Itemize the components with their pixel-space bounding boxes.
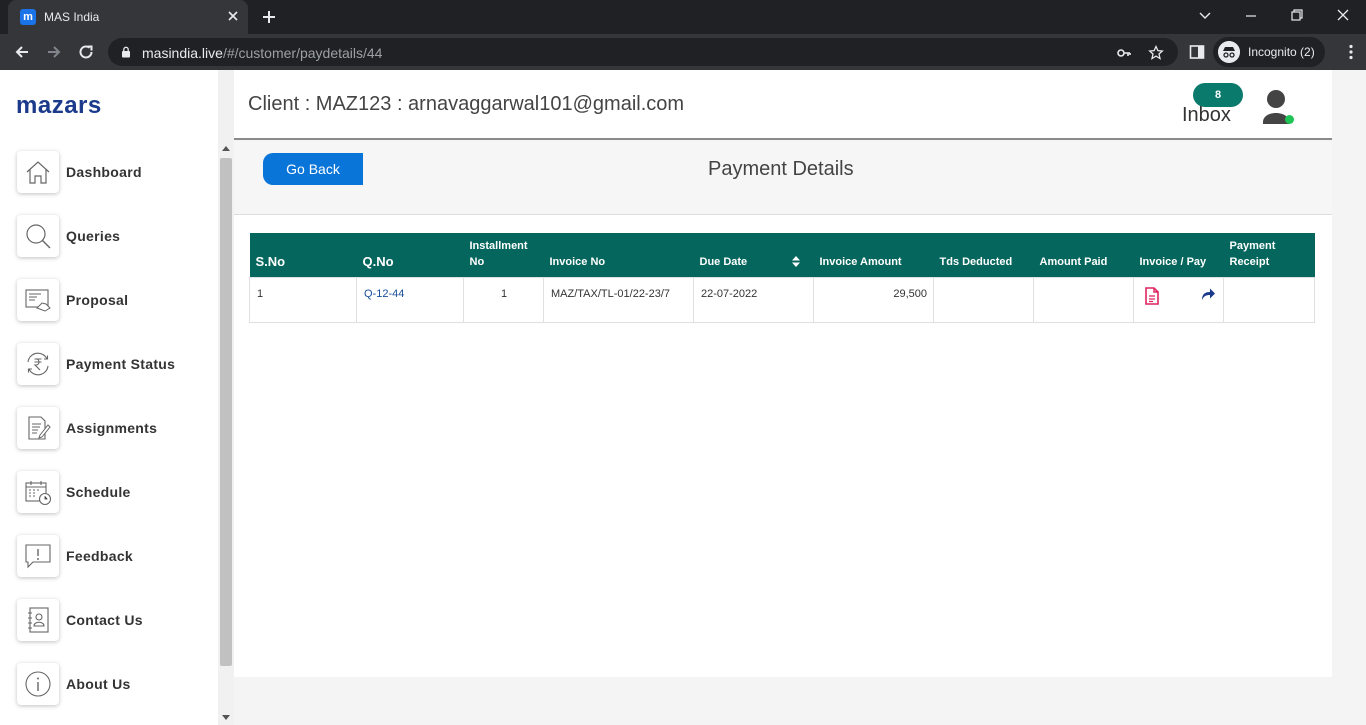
- scroll-up-arrow-icon[interactable]: [222, 146, 230, 151]
- cell-payment-receipt: [1223, 276, 1315, 323]
- incognito-icon: [1218, 41, 1240, 63]
- url-domain: masindia.live: [142, 45, 223, 61]
- col-header-qno: Q.No: [356, 233, 464, 277]
- sidebar-item-queries[interactable]: Queries: [0, 212, 218, 276]
- lock-icon: [122, 46, 130, 58]
- top-header: Client : MAZ123 : arnavaggarwal101@gmail…: [234, 70, 1332, 140]
- sidebar-item-label: Assignments: [66, 420, 158, 436]
- rupee-refresh-icon: [17, 343, 59, 385]
- installment-header-line2: No: [469, 255, 485, 268]
- sidebar-item-label: Queries: [66, 228, 121, 244]
- address-bar[interactable]: masindia.live/#/customer/paydetails/44: [108, 38, 1178, 66]
- search-icon: [17, 215, 59, 257]
- incognito-indicator[interactable]: Incognito (2): [1213, 37, 1325, 67]
- page-title: Payment Details: [708, 158, 854, 180]
- col-header-tds-deducted: Tds Deducted: [933, 233, 1034, 277]
- proposal-icon: [17, 279, 59, 321]
- installment-header-line1: Installment: [469, 239, 528, 252]
- close-tab-icon[interactable]: [226, 9, 240, 23]
- incognito-label: Incognito (2): [1248, 45, 1315, 59]
- table-header-row: S.No Q.No Installment No Invoice No Due D…: [249, 233, 1315, 277]
- col-header-sno: S.No: [249, 233, 357, 277]
- cell-qno[interactable]: Q-12-44: [356, 276, 464, 323]
- sidebar-item-label: About Us: [66, 676, 131, 692]
- sidebar: mazars Dashboard Queries Proposal Paymen…: [0, 70, 234, 725]
- cell-amount-paid: [1033, 276, 1134, 323]
- sidebar-item-contact-us[interactable]: Contact Us: [0, 596, 218, 660]
- more-menu-icon[interactable]: [1342, 43, 1360, 61]
- forward-arrow-icon[interactable]: [45, 43, 63, 61]
- sidebar-item-payment-status[interactable]: Payment Status: [0, 340, 218, 404]
- browser-tab-bar: m MAS India: [0, 0, 1366, 34]
- inbox-link[interactable]: Inbox: [1182, 104, 1231, 127]
- sidebar-item-label: Feedback: [66, 548, 133, 564]
- sidebar-item-assignments[interactable]: Assignments: [0, 404, 218, 468]
- col-header-invoice-no: Invoice No: [543, 233, 694, 277]
- col-header-due-date[interactable]: Due Date: [693, 233, 814, 277]
- contact-book-icon: [17, 599, 59, 641]
- col-header-amount-paid: Amount Paid: [1033, 233, 1134, 277]
- sidebar-item-label: Contact Us: [66, 612, 143, 628]
- restore-icon[interactable]: [1289, 7, 1305, 23]
- payment-details-table: S.No Q.No Installment No Invoice No Due D…: [249, 233, 1315, 323]
- sidebar-item-feedback[interactable]: Feedback: [0, 532, 218, 596]
- url-text: masindia.live/#/customer/paydetails/44: [142, 45, 382, 61]
- col-header-installment: Installment No: [463, 233, 544, 277]
- browser-toolbar: masindia.live/#/customer/paydetails/44 I…: [0, 34, 1366, 70]
- home-icon: [17, 151, 59, 193]
- sort-icon[interactable]: [792, 256, 801, 268]
- url-path: /#/customer/paydetails/44: [222, 45, 383, 61]
- cell-invoice-no: MAZ/TAX/TL-01/22-23/7: [543, 276, 694, 323]
- table-row: 1 Q-12-44 1 MAZ/TAX/TL-01/22-23/7 22-07-…: [249, 276, 1315, 323]
- sidebar-item-schedule[interactable]: Schedule: [0, 468, 218, 532]
- cell-installment: 1: [463, 276, 544, 323]
- page-subheader: Go Back Payment Details: [234, 141, 1332, 215]
- minimize-icon[interactable]: [1243, 7, 1259, 23]
- payment-table-container: S.No Q.No Installment No Invoice No Due D…: [249, 233, 1315, 323]
- cell-invoice-pay: [1133, 276, 1224, 323]
- pay-share-icon[interactable]: [1200, 286, 1216, 302]
- sidebar-scrollbar[interactable]: [218, 70, 234, 725]
- sidebar-item-label: Proposal: [66, 292, 129, 308]
- invoice-document-icon[interactable]: [1144, 286, 1160, 305]
- mazars-logo[interactable]: mazars: [16, 92, 102, 120]
- cell-tds-deducted: [933, 276, 1034, 323]
- sidebar-item-proposal[interactable]: Proposal: [0, 276, 218, 340]
- go-back-button[interactable]: Go Back: [263, 153, 363, 185]
- new-tab-icon[interactable]: [260, 8, 278, 26]
- sidebar-item-label: Schedule: [66, 484, 131, 500]
- tab-search-chevron-icon[interactable]: [1197, 7, 1213, 23]
- feedback-icon: [17, 535, 59, 577]
- side-panel-icon[interactable]: [1189, 44, 1205, 60]
- bookmark-star-icon[interactable]: [1148, 45, 1164, 61]
- receipt-header-line2: Receipt: [1229, 255, 1270, 268]
- browser-tab[interactable]: m MAS India: [8, 0, 248, 34]
- reload-icon[interactable]: [77, 43, 95, 61]
- site-favicon-icon: m: [20, 9, 36, 25]
- main-content: Go Back Payment Details S.No Q.No Instal…: [234, 141, 1332, 677]
- scrollbar-thumb[interactable]: [220, 158, 232, 666]
- calendar-clock-icon: [17, 471, 59, 513]
- key-icon[interactable]: [1116, 45, 1132, 61]
- back-arrow-icon[interactable]: [13, 43, 31, 61]
- col-header-invoice-pay: Invoice / Pay: [1133, 233, 1224, 277]
- window-close-icon[interactable]: [1335, 7, 1351, 23]
- online-status-dot: [1285, 115, 1294, 124]
- receipt-header-line1: Payment: [1229, 239, 1276, 252]
- client-info: Client : MAZ123 : arnavaggarwal101@gmail…: [248, 93, 685, 115]
- cell-invoice-amount: 29,500: [813, 276, 934, 323]
- due-date-header-label: Due Date: [699, 255, 748, 268]
- document-edit-icon: [17, 407, 59, 449]
- cell-sno: 1: [249, 276, 357, 323]
- tab-title: MAS India: [44, 10, 100, 24]
- sidebar-item-about-us[interactable]: About Us: [0, 660, 218, 724]
- sidebar-item-label: Dashboard: [66, 164, 142, 180]
- sidebar-item-label: Payment Status: [66, 356, 176, 372]
- col-header-invoice-amount: Invoice Amount: [813, 233, 934, 277]
- scroll-down-arrow-icon[interactable]: [222, 715, 230, 720]
- sidebar-item-dashboard[interactable]: Dashboard: [0, 148, 218, 212]
- info-icon: [17, 663, 59, 705]
- cell-due-date: 22-07-2022: [693, 276, 814, 323]
- col-header-payment-receipt: Payment Receipt: [1223, 233, 1315, 277]
